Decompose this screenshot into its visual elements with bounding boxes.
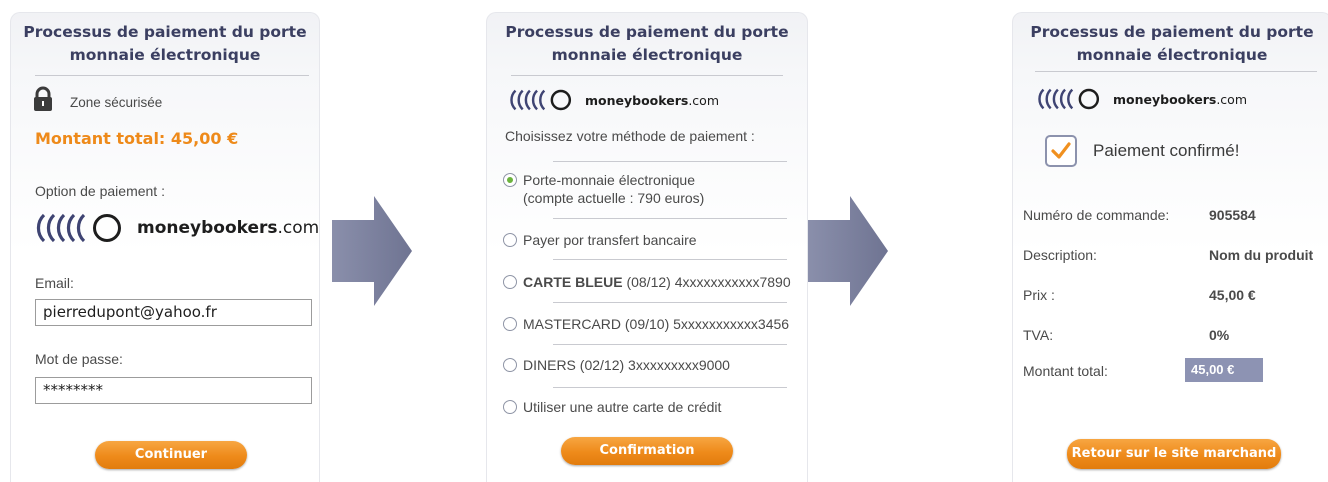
radio-icon[interactable] <box>503 317 517 331</box>
divider <box>553 344 787 345</box>
panel-title: Processus de paiement du porte monnaie é… <box>505 23 789 64</box>
divider <box>553 218 787 219</box>
payment-option-mastercard[interactable]: MASTERCARD (09/10) 5xxxxxxxxxxx3456 <box>503 315 789 333</box>
vat-value: 0% <box>1209 327 1230 343</box>
radio-selected-icon[interactable] <box>503 173 517 187</box>
logo-brand: moneybookers <box>585 92 689 108</box>
divider <box>553 161 787 162</box>
panel-title: Processus de paiement du porte monnaie é… <box>23 23 307 64</box>
divider <box>553 387 787 388</box>
moneybookers-logo: moneybookers.com <box>1037 88 1247 110</box>
total-amount: Montant total: 45,00 € <box>35 129 238 148</box>
divider <box>35 75 309 76</box>
price-label: Prix : <box>1023 287 1055 303</box>
logo-suffix: .com <box>277 218 320 238</box>
confirmation-panel: Processus de paiement du porte monnaie é… <box>1012 12 1328 482</box>
return-to-merchant-button[interactable]: Retour sur le site marchand <box>1067 439 1281 469</box>
email-field[interactable]: pierredupont@yahoo.fr <box>35 299 312 326</box>
moneybookers-logo: moneybookers.com <box>509 89 719 111</box>
order-number-label: Numéro de commande: <box>1023 207 1170 223</box>
moneybookers-rings-icon <box>1038 88 1100 110</box>
radio-icon[interactable] <box>503 358 517 372</box>
option-label: DINERS (02/12) 3xxxxxxxxx9000 <box>523 357 730 373</box>
divider <box>1035 71 1317 72</box>
confirm-button[interactable]: Confirmation <box>561 437 733 465</box>
right-arrow-icon <box>808 196 888 311</box>
logo-brand: moneybookers <box>137 218 278 238</box>
logo-brand: moneybookers <box>1113 91 1217 107</box>
right-arrow-icon <box>332 196 412 311</box>
moneybookers-rings-icon <box>510 89 572 111</box>
total-label: Montant total: <box>1023 363 1108 379</box>
vat-label: TVA: <box>1023 327 1054 343</box>
radio-icon[interactable] <box>503 233 517 247</box>
option-label: Utiliser une autre carte de crédit <box>523 399 722 415</box>
checkbox-checked-icon <box>1045 135 1077 172</box>
price-value: 45,00 € <box>1209 287 1256 303</box>
password-field[interactable]: ******** <box>35 377 312 404</box>
login-panel: Processus de paiement du porte monnaie é… <box>10 12 320 482</box>
option-label: Porte-monnaie électronique <box>523 172 695 188</box>
payment-option-diners[interactable]: DINERS (02/12) 3xxxxxxxxx9000 <box>503 356 730 374</box>
description-label: Description: <box>1023 247 1097 263</box>
payment-confirmed-text: Paiement confirmé! <box>1093 141 1240 160</box>
payment-option-other-card[interactable]: Utiliser une autre carte de crédit <box>503 398 721 416</box>
panel-title: Processus de paiement du porte monnaie é… <box>1030 23 1314 64</box>
moneybookers-logo: moneybookers.com <box>35 213 319 243</box>
payment-method-panel: Processus de paiement du porte monnaie é… <box>486 12 808 482</box>
payment-option-label: Option de paiement : <box>35 183 165 199</box>
radio-icon[interactable] <box>503 275 517 289</box>
logo-suffix: .com <box>1216 91 1247 107</box>
option-label: Payer por transfert bancaire <box>523 232 697 248</box>
option-card-detail: (08/12) 4xxxxxxxxxxx7890 <box>622 274 791 290</box>
radio-icon[interactable] <box>503 400 517 414</box>
divider <box>553 302 787 303</box>
choose-method-label: Choisissez votre méthode de paiement : <box>505 128 755 144</box>
moneybookers-rings-icon <box>36 213 121 243</box>
payment-option-bank-transfer[interactable]: Payer por transfert bancaire <box>503 231 697 249</box>
total-label: Montant total: <box>35 129 166 148</box>
payment-option-carte-bleue[interactable]: CARTE BLEUE (08/12) 4xxxxxxxxxxx7890 <box>503 273 791 291</box>
total-value-badge: 45,00 € <box>1185 358 1263 382</box>
logo-suffix: .com <box>688 92 719 108</box>
order-number-value: 905584 <box>1209 207 1256 223</box>
divider <box>511 75 783 76</box>
padlock-icon <box>33 86 53 117</box>
option-sublabel: (compte actuelle : 790 euros) <box>523 190 705 206</box>
secure-zone-label: Zone sécurisée <box>70 95 163 110</box>
password-label: Mot de passe: <box>35 351 123 367</box>
total-value: 45,00 € <box>170 129 239 148</box>
option-label: MASTERCARD (09/10) 5xxxxxxxxxxx3456 <box>523 316 790 332</box>
email-label: Email: <box>35 275 74 291</box>
payment-option-ewallet[interactable]: Porte-monnaie électronique (compte actue… <box>503 171 704 207</box>
continue-button[interactable]: Continuer <box>95 441 247 469</box>
description-value: Nom du produit <box>1209 247 1314 263</box>
divider <box>553 259 787 260</box>
option-card-name: CARTE BLEUE <box>523 274 623 290</box>
